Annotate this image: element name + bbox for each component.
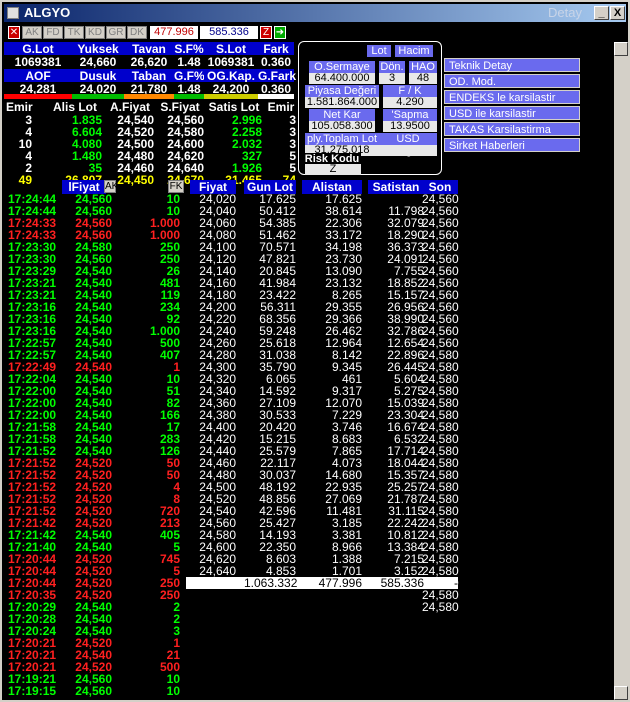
buy-volume-value: 477.996 xyxy=(150,26,198,39)
distribution-header: Satistan xyxy=(368,180,424,194)
trade-time: 17:19:15 xyxy=(8,684,57,698)
net-kar-value: 105.058.300 xyxy=(309,121,375,132)
title-bar: ALGYO Detay _ X xyxy=(4,4,626,22)
z-button[interactable]: Z xyxy=(260,26,272,39)
depth-header: Emir xyxy=(267,100,295,114)
summary-value: 1.48 xyxy=(174,55,204,69)
depth-header: Emir xyxy=(6,100,33,114)
arrow-right-icon[interactable]: ➜ xyxy=(274,26,286,39)
toolbar-ak-button[interactable]: AK xyxy=(22,26,42,39)
distribution-cell: 24,580 xyxy=(422,600,459,614)
menu-item[interactable]: ENDEKS le karsilastir xyxy=(444,90,580,104)
distribution-total: 1.063.332 xyxy=(244,576,298,590)
trade-lot: 2 xyxy=(173,612,180,626)
summary-value: 26,620 xyxy=(124,55,174,69)
scroll-down-button[interactable] xyxy=(614,686,628,700)
trade-row: 17:19:15 24,560 10 xyxy=(8,685,184,697)
toolbar-tk-button[interactable]: TK xyxy=(64,26,84,39)
sparkline-bar xyxy=(174,94,204,99)
hao-value: 48 xyxy=(409,73,437,84)
menu-item[interactable]: USD ile karsilastir xyxy=(444,106,580,120)
close-x-icon[interactable]: ✕ xyxy=(8,26,20,39)
hacim-button[interactable]: Hacim xyxy=(395,45,433,57)
sparkline-bar xyxy=(204,94,258,99)
sapma-value: 13.9500 xyxy=(383,121,437,132)
sparkline-bar xyxy=(124,94,174,99)
sparkline-bar xyxy=(4,94,72,99)
summary-header: Yuksek xyxy=(72,42,124,56)
trade-lot: 50 xyxy=(166,468,180,482)
risk-kodu-value: Z xyxy=(305,164,361,175)
depth-header: S.Fiyat xyxy=(160,100,200,114)
info-panel: Lot Hacim O.Sermaye 64.400.000 Dön. 3 HA… xyxy=(298,41,442,175)
piyasa-degeri-value: 1.581.864.000 xyxy=(305,96,379,108)
summary-header: OG.Kap. xyxy=(204,69,258,83)
trade-lot: 10 xyxy=(166,684,180,698)
summary-header: Dusuk xyxy=(72,69,124,83)
trade-lot: 4 xyxy=(173,480,180,494)
distribution-row: 24,580 xyxy=(190,600,459,614)
menu-item[interactable]: Sirket Haberleri xyxy=(444,138,580,152)
summary-value: 24,660 xyxy=(72,55,124,69)
detail-label: Detay xyxy=(548,5,582,20)
distribution-row: 24,580 xyxy=(190,589,459,601)
depth-total: 49 xyxy=(18,173,32,187)
menu-item[interactable]: TAKAS Karsilastirma xyxy=(444,122,580,136)
summary-value: 1069381 xyxy=(4,55,72,69)
menu-item[interactable]: OD. Mod. xyxy=(444,74,580,88)
summary-header: S.F% xyxy=(174,42,204,56)
close-button[interactable]: X xyxy=(610,6,625,20)
summary-header: G.Lot xyxy=(4,42,72,56)
summary-header: Fark xyxy=(258,42,294,56)
lot-button[interactable]: Lot xyxy=(367,45,391,57)
summary-value: 0.360 xyxy=(258,55,294,69)
trade-lot: 407 xyxy=(159,348,180,362)
menu-item[interactable]: Teknik Detay xyxy=(444,58,580,72)
toolbar-kd-button[interactable]: KD xyxy=(85,26,105,39)
depth-header: Alis Lot xyxy=(53,100,97,114)
o-sermaye-value: 64.400.000 xyxy=(309,73,375,84)
fk-value: 4.290 xyxy=(383,97,437,108)
app-window: ALGYO Detay _ X ✕ AK FD TK KD GR DK 477.… xyxy=(0,0,630,702)
trade-price: 24,560 xyxy=(75,684,112,698)
minimize-button[interactable]: _ xyxy=(594,6,609,20)
distribution-total: - xyxy=(454,576,458,590)
toolbar-dk-button[interactable]: DK xyxy=(127,26,147,39)
trade-lot: 3 xyxy=(173,624,180,638)
summary-header: Tavan xyxy=(124,42,174,56)
summary-header: Taban xyxy=(124,69,174,83)
distribution-total-row: 1.063.332 477.996 585.336 - xyxy=(186,577,458,589)
sparkline-bar xyxy=(258,94,294,99)
summary-header: S.Lot xyxy=(204,42,258,56)
summary-header: G.Fark xyxy=(258,69,297,83)
toolbar-fd-button[interactable]: FD xyxy=(43,26,63,39)
usd-degeri-value xyxy=(379,145,437,156)
summary-header: AOF xyxy=(4,69,72,83)
usd-degeri-button[interactable]: USD Değeri xyxy=(379,133,437,157)
distribution-total: 477.996 xyxy=(318,576,362,590)
distribution-total: 585.336 xyxy=(380,576,424,590)
vertical-scrollbar[interactable] xyxy=(614,42,628,700)
depth-header: Satis Lot xyxy=(208,100,260,114)
trade-lot: 405 xyxy=(159,528,180,542)
trade-lot: 745 xyxy=(159,552,180,566)
trade-lot: 2 xyxy=(173,600,180,614)
summary-header: G.F% xyxy=(174,69,205,83)
toolbar-gr-button[interactable]: GR xyxy=(106,26,126,39)
trade-lot: 250 xyxy=(159,588,180,602)
app-icon xyxy=(7,7,19,19)
window-title: ALGYO xyxy=(24,5,71,20)
sparkline-bar xyxy=(72,94,124,99)
depth-header: A.Fiyat xyxy=(109,100,150,114)
don-value: 3 xyxy=(379,73,405,84)
sell-volume-value: 585.336 xyxy=(200,26,258,39)
scroll-up-button[interactable] xyxy=(614,42,628,56)
toolbar: ✕ AK FD TK KD GR DK 477.996 585.336 Z ➜ xyxy=(4,24,298,40)
summary-value: 1069381 xyxy=(204,55,258,69)
